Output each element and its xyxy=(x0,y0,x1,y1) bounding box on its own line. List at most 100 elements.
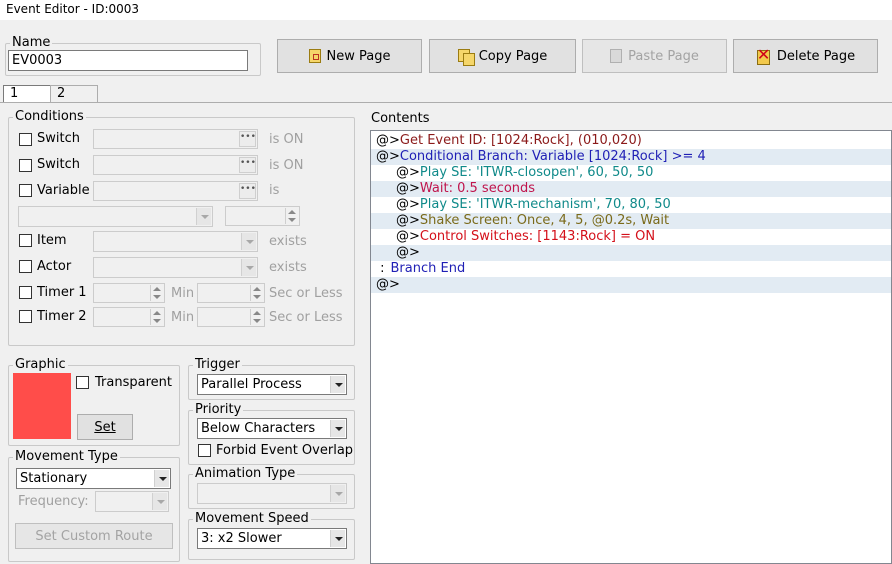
delete-page-icon xyxy=(756,46,771,65)
timer1-min-spinner[interactable] xyxy=(93,283,165,303)
timer1-suffix: Sec or Less xyxy=(269,286,343,301)
copy-page-icon xyxy=(457,48,475,66)
variable-operator-dropdown[interactable] xyxy=(18,206,213,227)
actor-label: Actor xyxy=(37,259,72,274)
switch1-picker[interactable]: ••• xyxy=(93,129,258,149)
movement-type-value: Stationary xyxy=(20,471,88,486)
chevron-down-icon xyxy=(330,530,345,547)
new-page-button[interactable]: New Page xyxy=(277,39,422,73)
timer2-suffix: Sec or Less xyxy=(269,310,343,325)
timer2-checkbox[interactable] xyxy=(19,310,32,323)
graphic-preview[interactable] xyxy=(13,373,71,439)
command-text: Control Switches: [1143:Rock] = ON xyxy=(419,229,656,244)
event-command-line[interactable]: : Branch End xyxy=(371,261,891,277)
spinner-arrows-icon[interactable] xyxy=(250,285,263,301)
set-custom-route-button[interactable]: Set Custom Route xyxy=(15,523,173,549)
command-prefix: @> xyxy=(396,213,420,228)
contents-legend: Contents xyxy=(371,111,430,126)
switch2-label: Switch xyxy=(37,157,80,172)
name-legend: Name xyxy=(12,35,51,50)
set-graphic-button[interactable]: Set xyxy=(77,414,133,440)
actor-suffix: exists xyxy=(269,260,307,275)
command-prefix: @> xyxy=(376,133,400,148)
timer2-min-spinner[interactable] xyxy=(93,307,165,327)
switch1-label: Switch xyxy=(37,131,80,146)
variable-checkbox[interactable] xyxy=(19,184,32,197)
trigger-dropdown[interactable]: Parallel Process xyxy=(197,374,347,395)
priority-dropdown[interactable]: Below Characters xyxy=(197,418,347,439)
transparent-label: Transparent xyxy=(95,375,172,390)
delete-page-button[interactable]: Delete Page xyxy=(733,39,878,73)
new-page-label: New Page xyxy=(326,48,391,64)
event-command-line[interactable]: @>Shake Screen: Once, 4, 5, @0.2s, Wait xyxy=(371,213,891,229)
ellipsis-icon[interactable]: ••• xyxy=(239,157,256,173)
actor-dropdown[interactable] xyxy=(93,257,258,278)
paste-page-label: Paste Page xyxy=(628,48,699,64)
event-command-line[interactable]: @>Conditional Branch: Variable [1024:Roc… xyxy=(371,149,891,165)
name-input[interactable]: EV0003 xyxy=(8,50,248,71)
event-command-line[interactable]: @>Get Event ID: [1024:Rock], (010,020) xyxy=(371,133,891,149)
item-suffix: exists xyxy=(269,234,307,249)
event-command-line[interactable]: @>Play SE: 'ITWR-mechanism', 70, 80, 50 xyxy=(371,197,891,213)
actor-checkbox[interactable] xyxy=(19,260,32,273)
command-text: Wait: 0.5 seconds xyxy=(419,181,536,196)
chevron-down-icon xyxy=(330,420,345,437)
event-command-line[interactable]: @>Control Switches: [1143:Rock] = ON xyxy=(371,229,891,245)
timer1-sec-spinner[interactable] xyxy=(197,283,265,303)
trigger-value: Parallel Process xyxy=(201,377,302,392)
spinner-arrows-icon[interactable] xyxy=(150,309,163,325)
frequency-dropdown[interactable] xyxy=(95,491,169,512)
event-command-line[interactable]: @> xyxy=(371,245,891,261)
ellipsis-icon[interactable]: ••• xyxy=(239,131,256,147)
movement-speed-dropdown[interactable]: 3: x2 Slower xyxy=(197,528,347,549)
new-page-icon xyxy=(308,49,321,63)
timer2-sec-spinner[interactable] xyxy=(197,307,265,327)
switch2-checkbox[interactable] xyxy=(19,159,32,172)
switch2-picker[interactable]: ••• xyxy=(93,155,258,175)
movement-speed-value: 3: x2 Slower xyxy=(201,531,282,546)
command-text: Get Event ID: [1024:Rock], (010,020) xyxy=(399,133,642,148)
movement-type-dropdown[interactable]: Stationary xyxy=(16,468,171,489)
forbid-overlap-checkbox[interactable] xyxy=(198,444,211,457)
variable-picker[interactable]: ••• xyxy=(93,181,258,201)
timer1-checkbox[interactable] xyxy=(19,286,32,299)
variable-value-spinner[interactable] xyxy=(225,206,300,226)
command-prefix: @> xyxy=(396,245,420,260)
movement-type-legend: Movement Type xyxy=(15,449,118,464)
chevron-down-icon xyxy=(241,233,256,250)
animation-type-legend: Animation Type xyxy=(195,466,296,481)
chevron-down-icon xyxy=(330,376,345,393)
ellipsis-icon[interactable]: ••• xyxy=(239,183,256,199)
spinner-arrows-icon[interactable] xyxy=(250,309,263,325)
priority-legend: Priority xyxy=(195,402,242,417)
switch2-suffix: is ON xyxy=(269,158,304,173)
command-prefix: @> xyxy=(396,181,420,196)
event-command-line[interactable]: @> xyxy=(371,277,891,293)
switch1-checkbox[interactable] xyxy=(19,133,32,146)
command-prefix: @> xyxy=(396,229,420,244)
command-text: Play SE: 'ITWR-closopen', 60, 50, 50 xyxy=(419,165,654,180)
switch1-suffix: is ON xyxy=(269,132,304,147)
event-command-line[interactable]: @>Wait: 0.5 seconds xyxy=(371,181,891,197)
tab-page-2[interactable]: 2 xyxy=(50,85,98,102)
frequency-label: Frequency: xyxy=(18,494,89,509)
command-prefix: @> xyxy=(396,197,420,212)
animation-type-dropdown[interactable] xyxy=(197,483,347,504)
event-command-line[interactable]: @>Play SE: 'ITWR-closopen', 60, 50, 50 xyxy=(371,165,891,181)
item-dropdown[interactable] xyxy=(93,231,258,252)
spinner-arrows-icon[interactable] xyxy=(150,285,163,301)
timer2-label: Timer 2 xyxy=(37,309,87,324)
contents-list[interactable]: @>Get Event ID: [1024:Rock], (010,020) @>… xyxy=(370,130,892,564)
paste-page-button[interactable]: Paste Page xyxy=(582,39,727,73)
tab-page-1[interactable]: 1 xyxy=(3,85,51,102)
timer2-min-label: Min xyxy=(171,310,195,325)
item-checkbox[interactable] xyxy=(19,234,32,247)
command-text: Play SE: 'ITWR-mechanism', 70, 80, 50 xyxy=(419,197,671,212)
forbid-overlap-label: Forbid Event Overlap xyxy=(216,443,354,458)
command-text: Branch End xyxy=(390,261,466,276)
copy-page-button[interactable]: Copy Page xyxy=(429,39,576,73)
chevron-down-icon xyxy=(154,470,169,487)
spinner-arrows-icon[interactable] xyxy=(285,208,298,224)
chevron-down-icon xyxy=(241,259,256,276)
transparent-checkbox[interactable] xyxy=(76,376,89,389)
